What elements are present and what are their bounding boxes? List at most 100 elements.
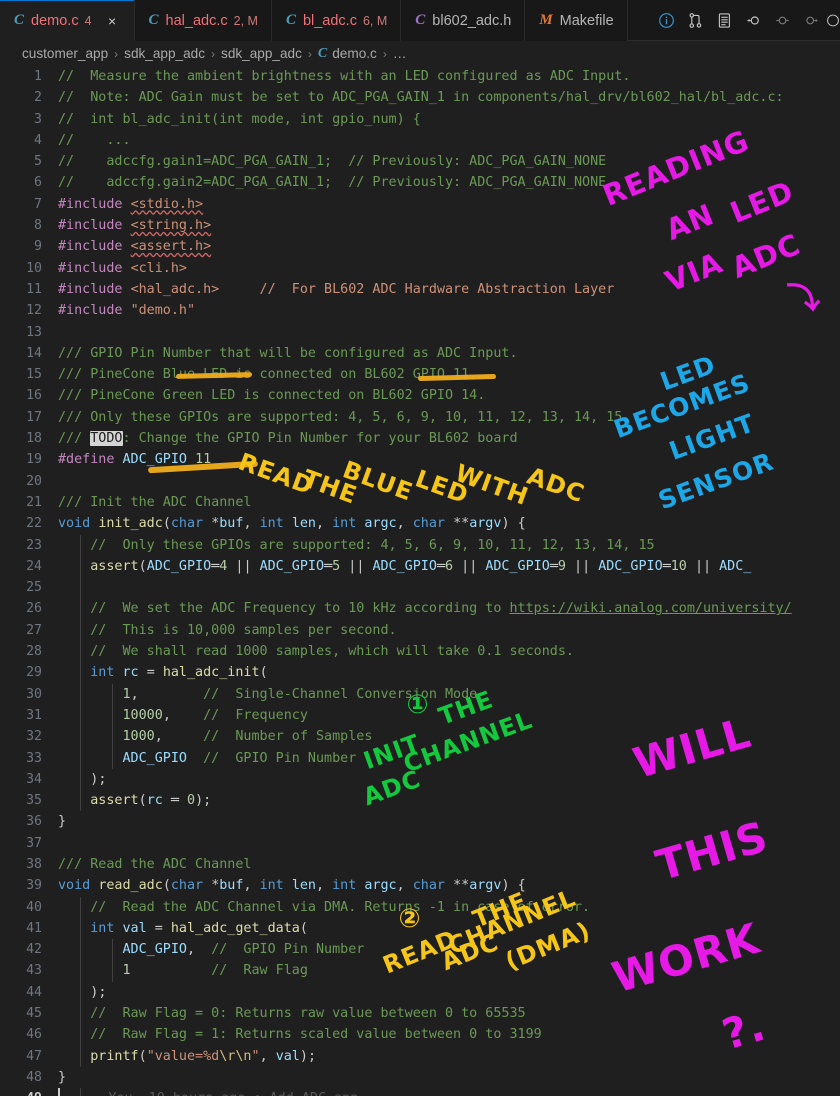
code-line[interactable]: 43 1 // Raw Flag xyxy=(0,960,840,982)
code-line[interactable]: 14 /// GPIO Pin Number that will be confi… xyxy=(0,343,840,364)
debug-step-over-icon[interactable] xyxy=(768,0,797,41)
open-changes-icon[interactable] xyxy=(710,0,739,41)
tab-hal-adc-c[interactable]: C hal_adc.c 2, M xyxy=(134,0,272,41)
line-text[interactable]: // Note: ADC Gain must be set to ADC_PGA… xyxy=(58,87,784,108)
line-text[interactable]: // Read the ADC Channel via DMA. Returns… xyxy=(58,897,590,918)
code-line[interactable]: 13 xyxy=(0,322,840,343)
code-line[interactable]: 27 // This is 10,000 samples per second. xyxy=(0,619,840,642)
line-text[interactable]: 10000, // Frequency xyxy=(58,705,308,726)
line-text[interactable]: // We set the ADC Frequency to 10 kHz ac… xyxy=(58,598,791,619)
code-line[interactable]: 42 ADC_GPIO, // GPIO Pin Number xyxy=(0,939,840,961)
code-line[interactable]: 16 /// PineCone Green LED is connected on… xyxy=(0,385,840,406)
line-text[interactable]: #include <assert.h> xyxy=(58,236,211,257)
line-text[interactable]: 1000, // Number of Samples xyxy=(58,726,373,747)
breadcrumb-ellipsis[interactable]: … xyxy=(393,46,407,61)
code-line[interactable]: 25 xyxy=(0,577,840,599)
line-text[interactable]: // This is 10,000 samples per second. xyxy=(58,620,396,641)
line-text[interactable]: void read_adc(char *buf, int len, int ar… xyxy=(58,875,526,896)
tab-demo-c[interactable]: C demo.c 4 × xyxy=(0,0,135,41)
code-line[interactable]: 4 // ... xyxy=(0,130,840,151)
line-text[interactable]: void init_adc(char *buf, int len, int ar… xyxy=(58,513,526,534)
code-line[interactable]: 46 // Raw Flag = 1: Returns scaled value… xyxy=(0,1024,840,1046)
breadcrumb-item-0[interactable]: customer_app xyxy=(22,46,108,61)
breadcrumb-item-2[interactable]: sdk_app_adc xyxy=(221,46,302,61)
line-text[interactable]: /// TODO: Change the GPIO Pin Number for… xyxy=(58,428,518,449)
line-text[interactable]: #include <cli.h> xyxy=(58,258,187,279)
line-text[interactable]: You, 10 hours ago • Add ADC app xyxy=(58,1088,358,1096)
line-text[interactable]: /// PineCone Blue LED is connected on BL… xyxy=(58,364,477,385)
line-text[interactable]: ); xyxy=(58,769,106,790)
line-text[interactable]: int rc = hal_adc_init( xyxy=(58,662,267,683)
code-line[interactable]: 36} xyxy=(0,811,840,832)
code-line[interactable]: 23 // Only these GPIOs are supported: 4,… xyxy=(0,534,840,556)
code-line[interactable]: 10 #include <cli.h> xyxy=(0,258,840,279)
code-line[interactable]: 33 ADC_GPIO // GPIO Pin Number xyxy=(0,747,840,769)
breadcrumb-item-1[interactable]: sdk_app_adc xyxy=(124,46,205,61)
line-text[interactable]: /// PineCone Green LED is connected on B… xyxy=(58,385,485,406)
line-text[interactable]: printf("value=%d\r\n", val); xyxy=(58,1046,316,1067)
line-text[interactable]: } xyxy=(58,1067,66,1088)
line-text[interactable]: /// Init the ADC Channel xyxy=(58,492,251,513)
code-line[interactable]: 5 // adccfg.gain1=ADC_PGA_GAIN_1; // Prev… xyxy=(0,151,840,172)
code-line[interactable]: 7 #include <stdio.h> xyxy=(0,194,840,215)
code-line[interactable]: 19 #define ADC_GPIO 11 xyxy=(0,449,840,470)
code-line[interactable]: 40 // Read the ADC Channel via DMA. Retu… xyxy=(0,896,840,918)
code-line[interactable]: 31 10000, // Frequency xyxy=(0,704,840,727)
code-line[interactable]: 18 /// TODO: Change the GPIO Pin Number f… xyxy=(0,428,840,449)
code-line[interactable]: 1 // Measure the ambient brightness with … xyxy=(0,66,840,87)
line-text[interactable]: 1, // Single-Channel Conversion Mode xyxy=(58,684,478,705)
code-line[interactable]: 34 ); xyxy=(0,768,840,791)
close-icon[interactable]: × xyxy=(104,12,121,29)
line-text[interactable]: } xyxy=(58,811,66,832)
line-text[interactable]: ADC_GPIO, // GPIO Pin Number xyxy=(58,939,365,960)
line-text[interactable]: ); xyxy=(58,982,106,1003)
line-text[interactable]: // Raw Flag = 1: Returns scaled value be… xyxy=(58,1024,541,1045)
line-text[interactable]: // int bl_adc_init(int mode, int gpio_nu… xyxy=(58,109,421,130)
line-text[interactable]: // ... xyxy=(58,130,131,151)
code-line[interactable]: 6 // adccfg.gain2=ADC_PGA_GAIN_1; // Prev… xyxy=(0,172,840,193)
code-line[interactable]: 24 assert(ADC_GPIO═4 || ADC_GPIO═5 || AD… xyxy=(0,555,840,578)
code-line[interactable]: 44 ); xyxy=(0,981,840,1004)
source-control-icon[interactable] xyxy=(681,0,710,41)
line-text[interactable]: /// Read the ADC Channel xyxy=(58,854,251,875)
code-line[interactable]: 41 int val = hal_adc_get_data( xyxy=(0,917,840,940)
debug-step-back-icon[interactable] xyxy=(739,0,768,41)
code-line[interactable]: 49 You, 10 hours ago • Add ADC app xyxy=(0,1088,840,1096)
code-line[interactable]: 9 #include <assert.h> xyxy=(0,236,840,257)
line-text[interactable]: #include "demo.h" xyxy=(58,300,195,321)
line-text[interactable]: // adccfg.gain1=ADC_PGA_GAIN_1; // Previ… xyxy=(58,151,606,172)
line-text[interactable]: // Raw Flag = 0: Returns raw value betwe… xyxy=(58,1003,525,1024)
code-line[interactable]: 37 xyxy=(0,833,840,854)
code-line[interactable]: 45 // Raw Flag = 0: Returns raw value be… xyxy=(0,1003,840,1025)
line-text[interactable]: 1 // Raw Flag xyxy=(58,960,308,981)
line-text[interactable]: int val = hal_adc_get_data( xyxy=(58,918,308,939)
line-text[interactable]: #include <stdio.h> xyxy=(58,194,203,215)
code-line[interactable]: 8 #include <string.h> xyxy=(0,215,840,236)
tab-makefile[interactable]: M Makefile xyxy=(525,0,628,41)
code-line[interactable]: 47 printf("value=%d\r\n", val); xyxy=(0,1045,840,1067)
tab-bl-adc-c[interactable]: C bl_adc.c 6, M xyxy=(271,0,402,41)
code-line[interactable]: 17 /// Only these GPIOs are supported: 4,… xyxy=(0,407,840,428)
line-text[interactable]: // Only these GPIOs are supported: 4, 5,… xyxy=(58,535,654,556)
code-line[interactable]: 12 #include "demo.h" xyxy=(0,300,840,321)
tab-bl602-adc-h[interactable]: C bl602_adc.h xyxy=(401,0,526,41)
code-content[interactable]: 1 // Measure the ambient brightness with … xyxy=(0,66,840,1096)
code-line[interactable]: 22 void init_adc(char *buf, int len, int … xyxy=(0,513,840,534)
line-text[interactable]: ADC_GPIO // GPIO Pin Number xyxy=(58,748,357,769)
breadcrumb-file[interactable]: demo.c xyxy=(332,46,377,61)
code-line[interactable]: 35 assert(rc ═ 0); xyxy=(0,790,840,812)
code-line[interactable]: 39 void read_adc(char *buf, int len, int … xyxy=(0,875,840,896)
code-line[interactable]: 30 1, // Single-Channel Conversion Mode xyxy=(0,683,840,705)
code-line[interactable]: 2 // Note: ADC Gain must be set to ADC_PG… xyxy=(0,87,840,108)
code-editor[interactable]: 1 // Measure the ambient brightness with … xyxy=(0,66,840,1096)
code-line[interactable]: 38 /// Read the ADC Channel xyxy=(0,854,840,875)
line-text[interactable]: // Measure the ambient brightness with a… xyxy=(58,66,630,87)
code-line[interactable]: 48} xyxy=(0,1067,840,1088)
code-line[interactable]: 21 /// Init the ADC Channel xyxy=(0,492,840,513)
line-text[interactable]: #define ADC_GPIO 11 xyxy=(58,449,211,470)
code-line[interactable]: 28 // We shall read 1000 samples, which … xyxy=(0,641,840,663)
line-text[interactable]: #include <hal_adc.h> // For BL602 ADC Ha… xyxy=(58,279,614,300)
line-text[interactable]: // adccfg.gain2=ADC_PGA_GAIN_1; // Previ… xyxy=(58,172,606,193)
line-text[interactable]: /// GPIO Pin Number that will be configu… xyxy=(58,343,518,364)
line-text[interactable]: assert(ADC_GPIO═4 || ADC_GPIO═5 || ADC_G… xyxy=(58,556,751,577)
